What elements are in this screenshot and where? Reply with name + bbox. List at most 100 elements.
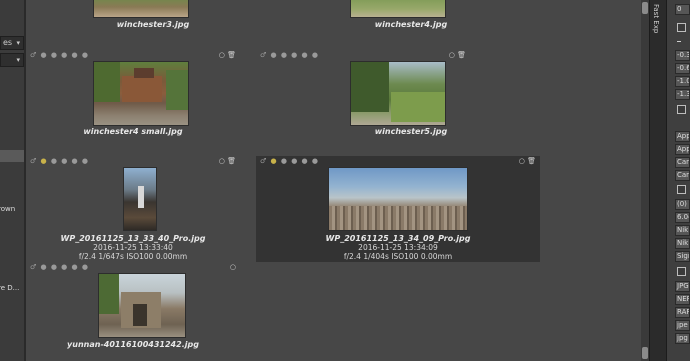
thumbnail-filename: winchester4 small.jpg — [83, 127, 183, 136]
thumbnail-exif: f/2.4 1/404s ISO100 0.00mm — [343, 252, 453, 261]
thumbnail-cell[interactable]: ♂ ● ● ● ● ● ○ 🗑 WP_20161125_13_33_40_Pro… — [26, 156, 240, 262]
thumbnail-image[interactable] — [93, 0, 189, 18]
right-panel-tab-title: Fast Exp — [652, 4, 660, 34]
exposure-preset[interactable]: -0.6 — [675, 63, 690, 74]
metadata-value[interactable]: (0) — [675, 199, 690, 210]
value-field[interactable]: 0 — [675, 4, 690, 15]
thumbnail-image[interactable] — [98, 273, 186, 338]
scrollbar-thumb-top[interactable] — [642, 2, 648, 14]
tree-shape — [166, 70, 188, 110]
thumbnail-image[interactable] — [123, 167, 157, 231]
star-rating[interactable]: ♂ ● ● ● ● ● — [30, 51, 89, 59]
thumbnail-image[interactable] — [93, 61, 189, 126]
doorway-shape — [133, 304, 147, 326]
left-panel-highlight-row[interactable] — [0, 150, 24, 162]
star-icon[interactable]: ● — [51, 157, 61, 165]
sign-shape — [138, 186, 144, 208]
thumbnail-filename: winchester4.jpg — [374, 20, 448, 29]
thumbnail-action-icons[interactable]: ○ 🗑 — [449, 51, 466, 59]
left-panel: es▾ ▾ rown re D... — [0, 0, 24, 361]
checkbox[interactable] — [677, 267, 686, 276]
checkbox[interactable] — [677, 185, 686, 194]
metadata-value[interactable]: Can — [675, 170, 690, 181]
thumbnail-image[interactable] — [350, 0, 446, 18]
star-icon[interactable]: ● — [82, 157, 89, 165]
format-value[interactable]: jpg — [675, 333, 690, 344]
chevron-down-icon: ▾ — [16, 39, 20, 47]
lawn-shape — [391, 92, 445, 122]
thumbnail-action-icons[interactable]: ○ 🗑 — [219, 157, 236, 165]
checkbox[interactable] — [677, 23, 686, 32]
left-dropdown-1-label: es — [3, 38, 13, 47]
thumbnail-datetime: 2016-11-25 13:33:40 — [93, 243, 173, 252]
exposure-preset[interactable]: -0.3 — [675, 50, 690, 61]
left-dropdown-2[interactable]: ▾ — [0, 53, 24, 67]
metadata-value[interactable]: Sign — [675, 251, 690, 262]
thumbnail-exif: f/2.4 1/647s ISO100 0.00mm — [78, 252, 188, 261]
thumbnail-image[interactable] — [328, 167, 468, 231]
lighttable-grid: winchester3.jpg winchester4.jpg ♂ ● ● ● … — [26, 0, 641, 361]
star-icon[interactable]: ● — [312, 157, 319, 165]
lighttable-scrollbar[interactable] — [641, 0, 649, 361]
house-shape — [122, 76, 162, 102]
star-icon[interactable]: ● — [291, 157, 301, 165]
left-dropdown-1[interactable]: es ▾ — [0, 36, 24, 50]
star-rating[interactable]: ♂ ● ● ● ● ● — [30, 157, 89, 165]
thumbnail-filename: yunnan-40116100431242.jpg — [67, 340, 199, 349]
star-rating-text: ♂ ● ● ● ● ● — [260, 157, 319, 165]
star-icon[interactable]: ● — [72, 157, 82, 165]
scrollbar-thumb-bottom[interactable] — [642, 347, 648, 359]
metadata-value[interactable]: App — [675, 131, 690, 142]
thumbnail-cell[interactable]: winchester4.jpg — [260, 0, 474, 29]
thumbnail-cell[interactable]: ♂ ● ● ● ● ● ○ yunnan-40116100431242.jpg — [26, 262, 240, 361]
thumbnail-cell[interactable]: ♂ ● ● ● ● ● ○ 🗑 winchester4 small.jpg — [26, 50, 240, 156]
thumbnail-filename: WP_20161125_13_33_40_Pro.jpg — [60, 234, 206, 243]
thumbnail-datetime: 2016-11-25 13:34:09 — [358, 243, 438, 252]
roof-shape — [134, 68, 154, 78]
thumbnail-cell-selected[interactable]: ♂ ● ● ● ● ● ○ 🗑 WP_20161125_13_34_09_Pro… — [256, 156, 540, 262]
tree-shape — [99, 274, 119, 314]
thumbnail-image[interactable] — [350, 61, 446, 126]
separator-dot — [677, 41, 681, 42]
tree-shape — [94, 62, 120, 102]
star-icon[interactable]: ● — [281, 157, 291, 165]
thumbnail-action-icons[interactable]: ○ 🗑 — [219, 51, 236, 59]
thumbnail-cell[interactable]: ♂ ● ● ● ● ● ○ 🗑 winchester5.jpg — [256, 50, 470, 156]
star-rating[interactable]: ♂ ● ● ● ● ● — [30, 263, 89, 271]
thumbnail-filename: WP_20161125_13_34_09_Pro.jpg — [325, 234, 471, 243]
format-value[interactable]: JPG — [675, 281, 690, 292]
right-panel: 0 -0.3 -0.6 -1.0 -1.3 App App Can Can (0… — [667, 0, 690, 361]
star-rating-text: ♂ ● ● ● ● ● — [30, 157, 89, 165]
thumbnail-filename: winchester3.jpg — [116, 20, 190, 29]
star-icon[interactable]: ● — [302, 157, 312, 165]
thumbnail-filename: winchester5.jpg — [374, 127, 448, 136]
thumbnail-action-icons[interactable]: ○ — [230, 263, 236, 271]
reject-icon[interactable]: ♂ — [30, 157, 41, 165]
exposure-preset[interactable]: -1.3 — [675, 89, 690, 100]
tree-shape — [351, 62, 389, 112]
star-icon[interactable]: ● — [271, 157, 281, 165]
right-panel-tab[interactable]: Fast Exp — [649, 0, 667, 361]
thumbnail-cell[interactable]: winchester3.jpg — [46, 0, 260, 29]
left-panel-text-1: rown — [0, 205, 16, 213]
darktable-window: es▾ ▾ rown re D... winchester3.jpg winch… — [0, 0, 690, 361]
checkbox[interactable] — [677, 105, 686, 114]
metadata-value[interactable]: App — [675, 144, 690, 155]
cityscape-shape — [329, 206, 467, 230]
format-value[interactable]: NEF — [675, 294, 690, 305]
star-icon[interactable]: ● — [61, 157, 71, 165]
star-icon[interactable]: ● — [41, 157, 51, 165]
metadata-value[interactable]: Can — [675, 157, 690, 168]
metadata-value[interactable]: Nik — [675, 238, 690, 249]
chevron-down-icon: ▾ — [16, 56, 20, 64]
metadata-value[interactable]: 6.04 — [675, 212, 690, 223]
format-value[interactable]: jpe — [675, 320, 690, 331]
metadata-value[interactable]: Nik — [675, 225, 690, 236]
star-rating[interactable]: ♂ ● ● ● ● ● — [260, 157, 319, 165]
reject-icon[interactable]: ♂ — [260, 157, 271, 165]
format-value[interactable]: RAF — [675, 307, 690, 318]
star-rating[interactable]: ♂ ● ● ● ● ● — [260, 51, 319, 59]
left-panel-text-2: re D... — [0, 284, 20, 292]
thumbnail-action-icons[interactable]: ○ 🗑 — [519, 157, 536, 165]
exposure-preset[interactable]: -1.0 — [675, 76, 690, 87]
